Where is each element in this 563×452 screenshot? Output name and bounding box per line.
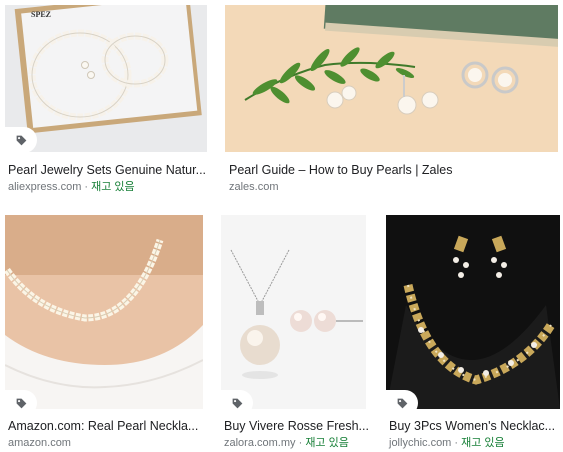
result-source[interactable]: zales.com [229, 180, 279, 194]
price-tag-icon [16, 135, 26, 145]
result-title[interactable]: Buy Vivere Rosse Fresh... [224, 418, 369, 434]
result-card[interactable]: Buy Vivere Rosse Fresh... zalora.com.my … [220, 210, 369, 450]
result-source[interactable]: amazon.com [8, 436, 71, 450]
shopping-tag-badge [5, 127, 37, 152]
result-image[interactable] [5, 215, 203, 409]
result-card[interactable]: Amazon.com: Real Pearl Neckla... amazon.… [0, 210, 205, 450]
shopping-tag-badge [5, 390, 37, 409]
result-source[interactable]: jollychic.com · 재고 있음 [389, 436, 505, 450]
in-stock-label: 재고 있음 [305, 437, 349, 449]
result-title[interactable]: Pearl Guide – How to Buy Pearls | Zales [229, 162, 559, 178]
in-stock-label: 재고 있음 [461, 437, 505, 449]
in-stock-label: 재고 있음 [91, 181, 135, 193]
result-title[interactable]: Buy 3Pcs Women's Necklac... [389, 418, 561, 434]
source-domain: zales.com [229, 181, 279, 193]
shopping-tag-badge [221, 390, 253, 409]
result-image[interactable] [386, 215, 560, 409]
result-card[interactable]: Buy 3Pcs Women's Necklac... jollychic.co… [385, 210, 561, 450]
svg-text:SPEZ: SPEZ [31, 10, 51, 19]
price-tag-icon [16, 398, 26, 408]
result-image[interactable]: SPEZ [5, 5, 207, 152]
result-title[interactable]: Amazon.com: Real Pearl Neckla... [8, 418, 203, 434]
source-domain: zalora.com.my [224, 437, 296, 449]
source-domain: aliexpress.com [8, 181, 82, 193]
price-tag-icon [397, 398, 407, 408]
result-source[interactable]: aliexpress.com · 재고 있음 [8, 180, 135, 194]
source-separator: · [451, 437, 462, 449]
source-separator: · [81, 181, 92, 193]
price-tag-icon [232, 398, 242, 408]
source-domain: amazon.com [8, 437, 71, 449]
result-image[interactable] [221, 215, 366, 409]
result-title[interactable]: Pearl Jewelry Sets Genuine Natur... [8, 162, 208, 178]
result-card[interactable]: SPEZ Pearl Jewelry Sets Genuine Natur...… [0, 0, 208, 200]
source-separator: · [295, 437, 306, 449]
shopping-tag-badge [386, 390, 418, 409]
result-source[interactable]: zalora.com.my · 재고 있음 [224, 436, 349, 450]
result-image[interactable] [225, 5, 558, 152]
source-domain: jollychic.com [389, 437, 452, 449]
result-card[interactable]: Pearl Guide – How to Buy Pearls | Zales … [225, 0, 560, 200]
